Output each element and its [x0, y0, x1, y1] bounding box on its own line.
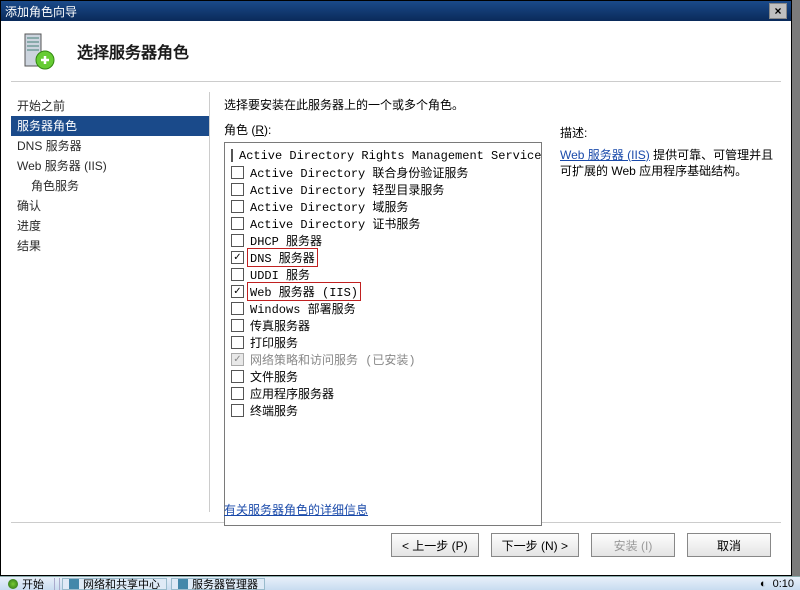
role-row-5[interactable]: DHCP 服务器: [225, 232, 541, 249]
sidebar-item-3[interactable]: Web 服务器 (IIS): [11, 156, 209, 176]
install-button: 安装 (I): [591, 533, 675, 557]
role-row-0[interactable]: Active Directory Rights Management Servi…: [225, 147, 541, 164]
role-row-13[interactable]: 文件服务: [225, 368, 541, 385]
role-row-11[interactable]: 打印服务: [225, 334, 541, 351]
role-checkbox[interactable]: [231, 302, 244, 315]
roles-listbox[interactable]: Active Directory Rights Management Servi…: [224, 142, 542, 526]
role-checkbox[interactable]: [231, 285, 244, 298]
role-row-6[interactable]: DNS 服务器: [225, 249, 541, 266]
role-label: Active Directory Rights Management Servi…: [239, 149, 542, 163]
role-label: 传真服务器: [250, 317, 310, 334]
sidebar-item-4[interactable]: 角色服务: [11, 176, 209, 196]
sidebar-item-6[interactable]: 进度: [11, 216, 209, 236]
start-orb-icon: [8, 579, 18, 589]
sidebar: 开始之前服务器角色DNS 服务器Web 服务器 (IIS)角色服务确认进度结果: [1, 82, 209, 522]
start-button[interactable]: 开始: [0, 578, 52, 590]
task-icon: [69, 579, 79, 589]
role-row-12: 网络策略和访问服务 (已安装): [225, 351, 541, 368]
sidebar-item-1[interactable]: 服务器角色: [11, 116, 209, 136]
system-tray[interactable]: ◐ 0:10: [760, 578, 800, 590]
role-checkbox[interactable]: [231, 268, 244, 281]
role-checkbox[interactable]: [231, 149, 233, 162]
taskbar-item-1[interactable]: 服务器管理器: [171, 578, 265, 590]
next-button[interactable]: 下一步 (N) >: [491, 533, 579, 557]
role-label: Active Directory 域服务: [250, 198, 408, 215]
wizard-footer: < 上一步 (P) 下一步 (N) > 安装 (I) 取消: [1, 523, 791, 567]
cancel-button[interactable]: 取消: [687, 533, 771, 557]
role-row-9[interactable]: Windows 部署服务: [225, 300, 541, 317]
back-button[interactable]: < 上一步 (P): [391, 533, 479, 557]
more-info-link[interactable]: 有关服务器角色的详细信息: [224, 501, 368, 518]
role-label: 终端服务: [250, 402, 298, 419]
page-title: 选择服务器角色: [77, 39, 189, 63]
role-row-4[interactable]: Active Directory 证书服务: [225, 215, 541, 232]
taskbar[interactable]: 开始 网络和共享中心服务器管理器 ◐ 0:10: [0, 576, 800, 590]
clock-text: 0:10: [773, 578, 794, 590]
role-row-2[interactable]: Active Directory 轻型目录服务: [225, 181, 541, 198]
description-panel: 描述: Web 服务器 (IIS) 提供可靠、可管理并且可扩展的 Web 应用程…: [560, 96, 781, 179]
role-label: UDDI 服务: [250, 266, 310, 283]
taskbar-item-0[interactable]: 网络和共享中心: [62, 578, 167, 590]
role-label: Web 服务器 (IIS): [247, 282, 361, 301]
role-row-3[interactable]: Active Directory 域服务: [225, 198, 541, 215]
role-label: Active Directory 轻型目录服务: [250, 181, 444, 198]
role-label: DHCP 服务器: [250, 232, 322, 249]
role-row-7[interactable]: UDDI 服务: [225, 266, 541, 283]
task-icon: [178, 579, 188, 589]
taskbar-separator: [54, 578, 55, 590]
wizard-header: 选择服务器角色: [1, 21, 791, 81]
wizard-window: 添加角色向导 × 选择服务器角色 开始之前服务器角色DNS 服务器Web 服务器…: [0, 0, 792, 576]
role-checkbox[interactable]: [231, 319, 244, 332]
description-link[interactable]: Web 服务器 (IIS): [560, 148, 650, 162]
role-checkbox[interactable]: [231, 166, 244, 179]
taskbar-separator: [59, 578, 60, 590]
sidebar-item-7[interactable]: 结果: [11, 236, 209, 256]
role-label: DNS 服务器: [247, 248, 318, 267]
role-label: 打印服务: [250, 334, 298, 351]
role-row-15[interactable]: 终端服务: [225, 402, 541, 419]
sidebar-item-5[interactable]: 确认: [11, 196, 209, 216]
role-checkbox[interactable]: [231, 251, 244, 264]
role-row-1[interactable]: Active Directory 联合身份验证服务: [225, 164, 541, 181]
window-title: 添加角色向导: [5, 3, 769, 20]
task-buttons: 网络和共享中心服务器管理器: [62, 578, 265, 590]
role-checkbox[interactable]: [231, 404, 244, 417]
sidebar-item-0[interactable]: 开始之前: [11, 96, 209, 116]
role-row-8[interactable]: Web 服务器 (IIS): [225, 283, 541, 300]
role-label: 网络策略和访问服务 (已安装): [250, 351, 416, 368]
role-checkbox[interactable]: [231, 336, 244, 349]
role-label: Active Directory 证书服务: [250, 215, 420, 232]
role-checkbox: [231, 353, 244, 366]
tray-icon: ◐: [760, 578, 767, 590]
close-button[interactable]: ×: [769, 3, 787, 19]
role-checkbox[interactable]: [231, 183, 244, 196]
role-label: Active Directory 联合身份验证服务: [250, 164, 468, 181]
wizard-body: 开始之前服务器角色DNS 服务器Web 服务器 (IIS)角色服务确认进度结果 …: [1, 82, 791, 522]
description-text: Web 服务器 (IIS) 提供可靠、可管理并且可扩展的 Web 应用程序基础结…: [560, 147, 781, 179]
server-wizard-icon: [15, 30, 57, 72]
role-label: 应用程序服务器: [250, 385, 334, 402]
description-title: 描述:: [560, 124, 781, 141]
titlebar[interactable]: 添加角色向导 ×: [1, 1, 791, 21]
role-checkbox[interactable]: [231, 200, 244, 213]
role-row-10[interactable]: 传真服务器: [225, 317, 541, 334]
role-row-14[interactable]: 应用程序服务器: [225, 385, 541, 402]
role-checkbox[interactable]: [231, 370, 244, 383]
role-checkbox[interactable]: [231, 217, 244, 230]
role-checkbox[interactable]: [231, 234, 244, 247]
role-label: 文件服务: [250, 368, 298, 385]
role-label: Windows 部署服务: [250, 300, 356, 317]
main-panel: 选择要安装在此服务器上的一个或多个角色。 角色 (R): Active Dire…: [210, 82, 791, 522]
role-checkbox[interactable]: [231, 387, 244, 400]
sidebar-item-2[interactable]: DNS 服务器: [11, 136, 209, 156]
